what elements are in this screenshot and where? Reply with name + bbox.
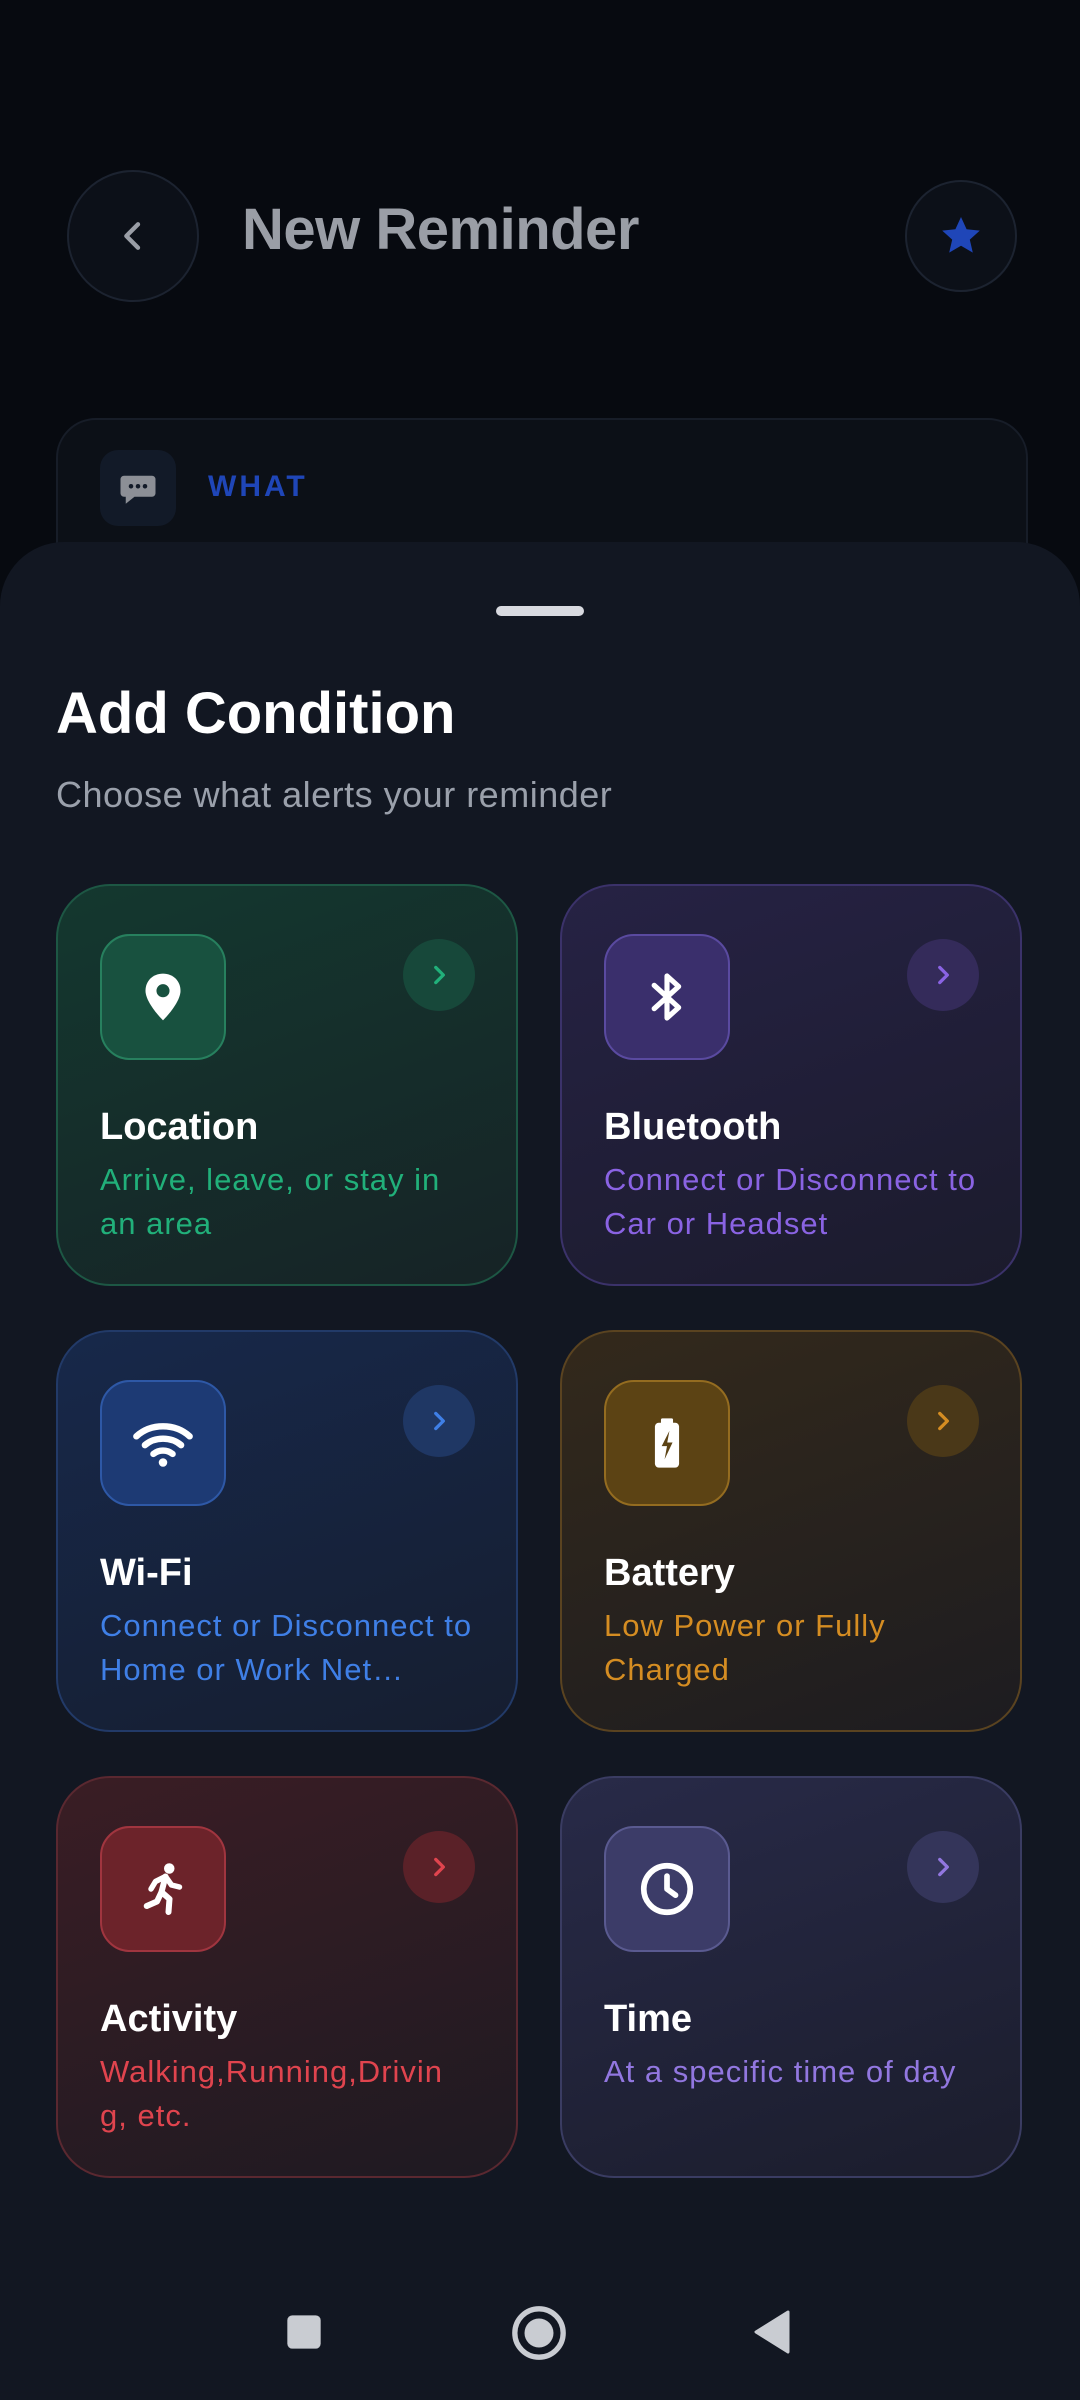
condition-title: Battery	[604, 1552, 735, 1594]
sheet-subtitle: Choose what alerts your reminder	[56, 774, 613, 815]
condition-title: Activity	[100, 1998, 238, 2040]
chevron-right-icon	[907, 1831, 979, 1903]
recent-apps-button[interactable]	[282, 2310, 326, 2354]
map-pin-icon	[100, 934, 226, 1060]
condition-description: Arrive, leave, or stay in an area	[100, 1162, 441, 1241]
condition-card-battery[interactable]: Battery Low Power or Fully Charged	[560, 1330, 1022, 1732]
battery-icon	[604, 1380, 730, 1506]
condition-card-location[interactable]: Location Arrive, leave, or stay in an ar…	[56, 884, 518, 1286]
condition-card-activity[interactable]: Activity Walking,Running,Drivin g, etc.	[56, 1776, 518, 2178]
what-section-label: WHAT	[208, 470, 308, 503]
system-navigation-bar	[0, 2262, 1080, 2400]
condition-description: Connect or Disconnect to Car or Headset	[604, 1162, 977, 1241]
condition-card-time[interactable]: Time At a specific time of day	[560, 1776, 1022, 2178]
home-button[interactable]	[510, 2304, 568, 2362]
condition-title: Wi-Fi	[100, 1552, 193, 1594]
chevron-right-icon	[907, 1385, 979, 1457]
circle-home-icon	[512, 2306, 566, 2360]
condition-description: Walking,Running,Drivin g, etc.	[100, 2054, 444, 2133]
chevron-right-icon	[403, 1385, 475, 1457]
add-condition-sheet: Add Condition Choose what alerts your re…	[0, 542, 1080, 2400]
chevron-left-icon	[124, 222, 141, 250]
background-screen: New Reminder WHAT	[0, 0, 1080, 622]
chevron-right-icon	[403, 939, 475, 1011]
wifi-icon	[100, 1380, 226, 1506]
condition-title: Bluetooth	[604, 1106, 782, 1148]
back-button[interactable]	[67, 170, 199, 302]
running-person-icon	[100, 1826, 226, 1952]
condition-card-wifi[interactable]: Wi-Fi Connect or Disconnect to Home or W…	[56, 1330, 518, 1732]
sheet-drag-handle[interactable]	[496, 606, 584, 616]
page-title: New Reminder	[242, 197, 639, 262]
clock-icon	[604, 1826, 730, 1952]
condition-title: Location	[100, 1106, 259, 1148]
condition-description: Connect or Disconnect to Home or Work Ne…	[100, 1608, 473, 1687]
bluetooth-icon	[604, 934, 730, 1060]
star-icon	[942, 217, 980, 253]
condition-card-bluetooth[interactable]: Bluetooth Connect or Disconnect to Car o…	[560, 884, 1022, 1286]
triangle-back-icon	[754, 2310, 790, 2354]
chat-bubble-icon	[100, 450, 176, 526]
condition-description: Low Power or Fully Charged	[604, 1608, 886, 1687]
favorite-button[interactable]	[905, 180, 1017, 292]
chevron-right-icon	[403, 1831, 475, 1903]
back-nav-button[interactable]	[750, 2306, 794, 2358]
square-icon	[287, 2315, 321, 2349]
sheet-title: Add Condition	[56, 681, 456, 746]
chevron-right-icon	[907, 939, 979, 1011]
condition-description: At a specific time of day	[604, 2054, 957, 2089]
condition-title: Time	[604, 1998, 693, 2040]
